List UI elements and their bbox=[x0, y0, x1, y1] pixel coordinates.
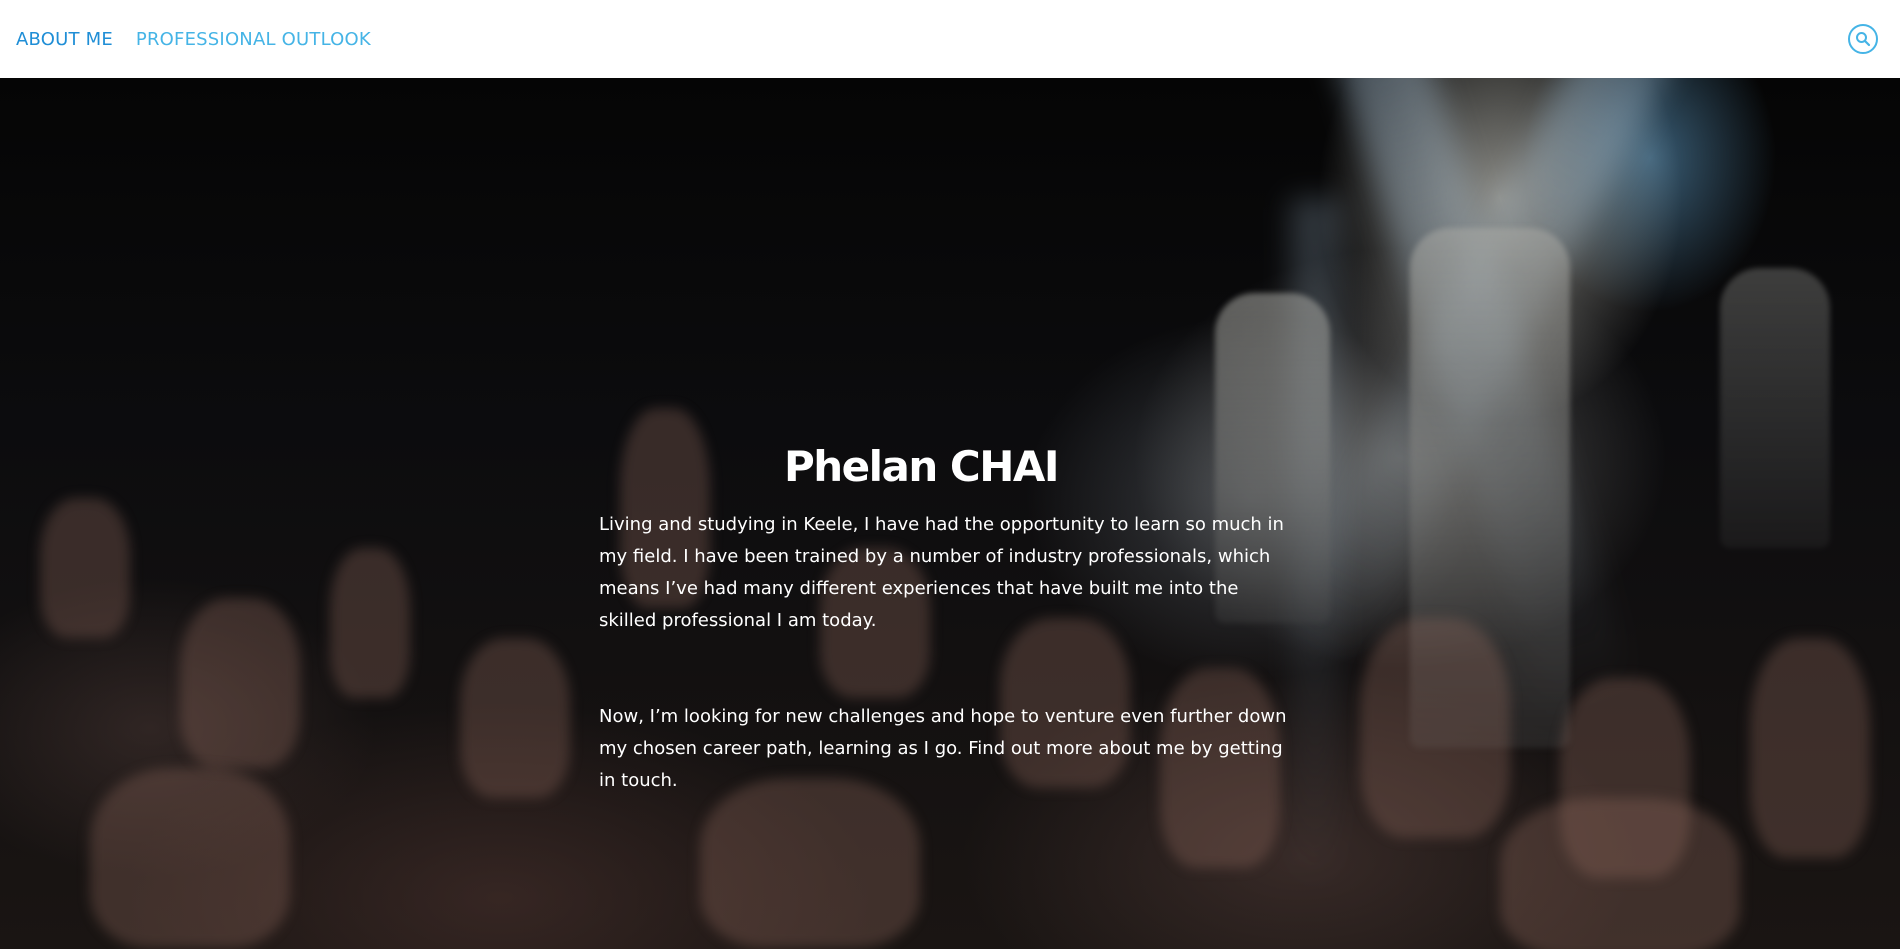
site-header: ABOUT ME PROFESSIONAL OUTLOOK bbox=[0, 0, 1900, 78]
main-nav: ABOUT ME PROFESSIONAL OUTLOOK bbox=[16, 29, 371, 50]
nav-about-me[interactable]: ABOUT ME bbox=[16, 29, 113, 50]
hero-content: Phelan CHAI Living and studying in Keele… bbox=[599, 442, 1299, 797]
outlook-paragraph: Now, I’m looking for new challenges and … bbox=[599, 706, 1287, 791]
intro-paragraph: Living and studying in Keele, I have had… bbox=[599, 514, 1284, 631]
search-button[interactable] bbox=[1848, 24, 1878, 54]
page-title: Phelan CHAI bbox=[783, 442, 1060, 491]
search-icon bbox=[1856, 32, 1871, 47]
hero-section: Phelan CHAI Living and studying in Keele… bbox=[0, 78, 1900, 949]
nav-professional-outlook[interactable]: PROFESSIONAL OUTLOOK bbox=[136, 29, 371, 50]
